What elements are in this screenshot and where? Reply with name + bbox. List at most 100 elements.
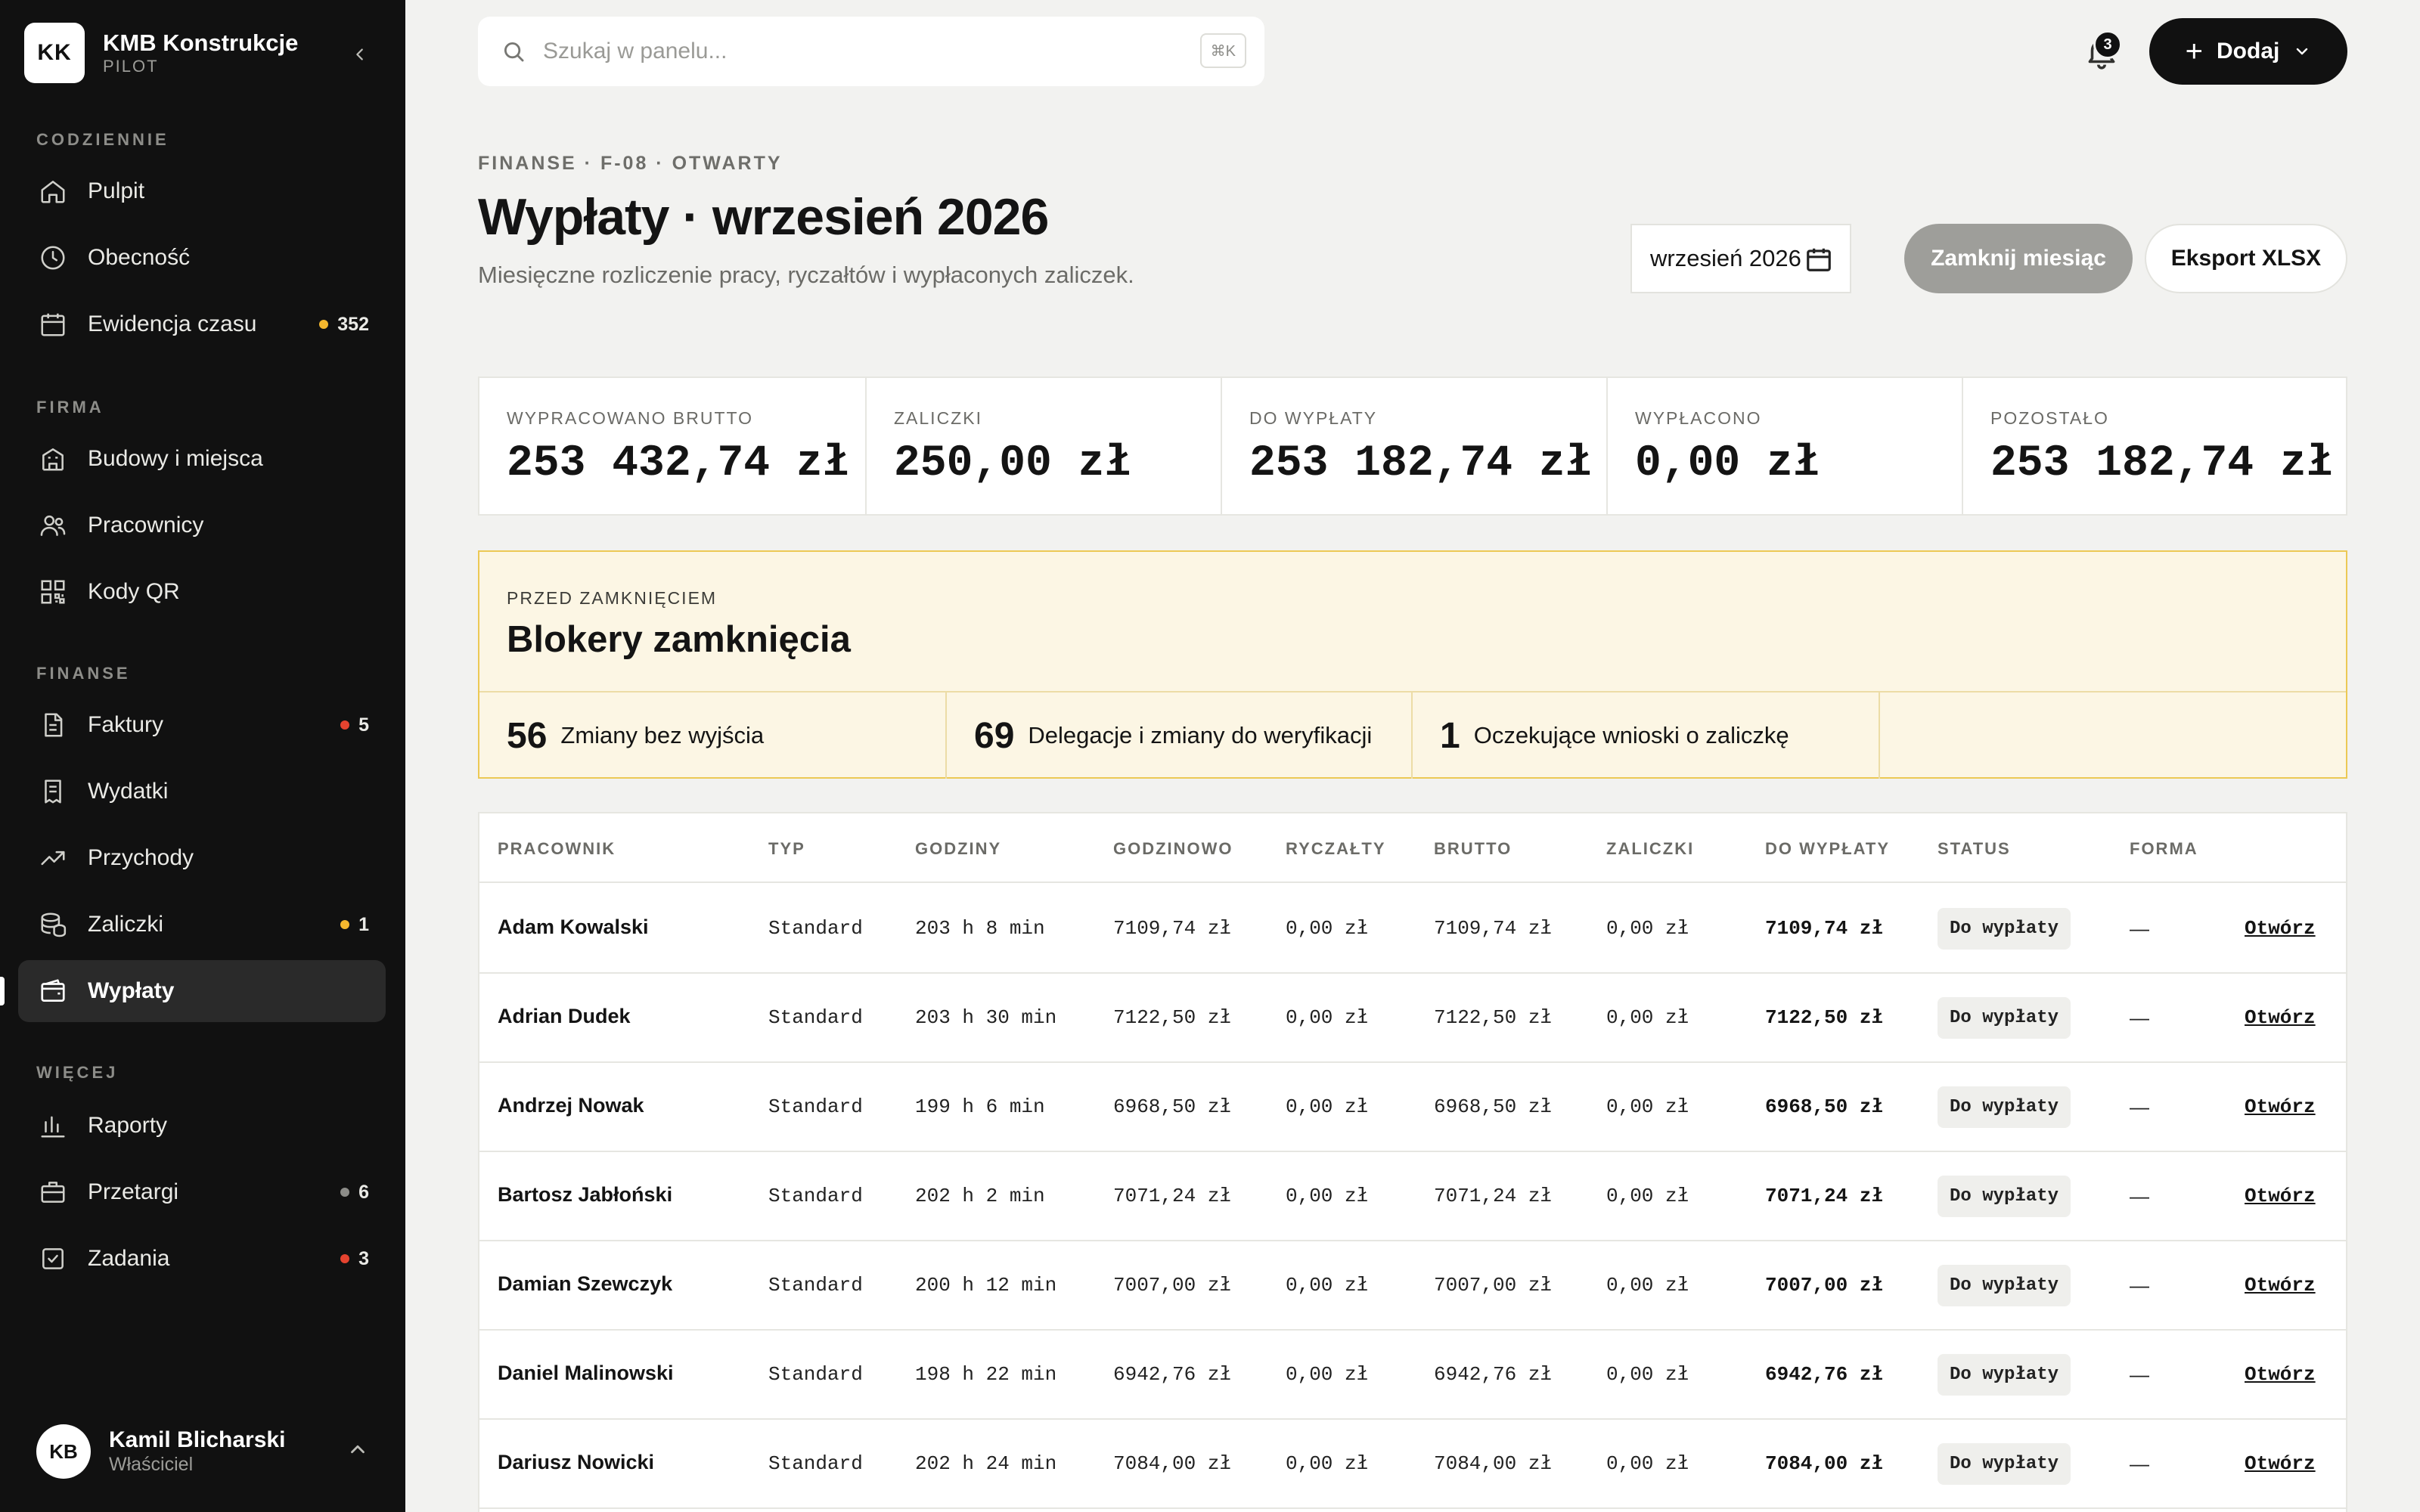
cell-hours: 199 h 6 min xyxy=(915,1095,1045,1118)
open-row-link[interactable]: Otwórz xyxy=(2245,1420,2316,1507)
calendar-icon[interactable] xyxy=(1804,245,1833,274)
table-row[interactable]: Bartosz Jabłoński Standard 202 h 2 min 7071… xyxy=(479,1152,2346,1241)
table-row[interactable]: Damian Szewczyk Standard 200 h 12 min 7007,… xyxy=(479,1241,2346,1331)
breadcrumb: FINANSE · F-08 · OTWARTY xyxy=(478,153,783,174)
building-icon xyxy=(38,444,68,474)
sidebar-item-zaliczki[interactable]: Zaliczki 1 xyxy=(18,894,386,956)
sidebar-item-wyplaty[interactable]: Wypłaty xyxy=(0,960,386,1022)
sidebar-item-ewidencja-czasu[interactable]: Ewidencja czasu 352 xyxy=(18,293,386,355)
export-xlsx-button[interactable]: Eksport XLSX xyxy=(2145,224,2347,293)
cell-payout: 7084,00 zł xyxy=(1765,1452,1884,1475)
blocker-item[interactable]: 69 Delegacje i zmiany do weryfikacji xyxy=(945,692,1411,779)
status-cell: Do wypłaty xyxy=(1938,1152,2071,1240)
cell-type: Standard xyxy=(768,1006,863,1029)
blocker-item[interactable]: 56 Zmiany bez wyjścia xyxy=(479,692,945,779)
open-row-link[interactable]: Otwórz xyxy=(2245,1331,2316,1418)
stat-card: WYPŁACONO 0,00 zł xyxy=(1606,378,1962,514)
sidebar-item-kody-qr[interactable]: Kody QR xyxy=(18,561,386,623)
user-menu[interactable]: KB Kamil Blicharski Właściciel xyxy=(36,1424,377,1479)
column-header[interactable]: GODZINOWO xyxy=(1113,839,1233,859)
sidebar-item-faktury[interactable]: Faktury 5 xyxy=(18,694,386,756)
sidebar-item-label: Ewidencja czasu xyxy=(88,311,257,336)
month-picker[interactable]: wrzesień 2026 xyxy=(1630,224,1851,293)
page-title: Wypłaty · wrzesień 2026 xyxy=(478,188,1049,246)
notification-badge: 3 xyxy=(2093,30,2122,59)
status-badge: Do wypłaty xyxy=(1938,996,2071,1039)
table-row[interactable]: Adrian Dudek Standard 203 h 30 min 7122,50 … xyxy=(479,974,2346,1063)
blocker-count: 69 xyxy=(974,715,1015,756)
plus-icon: + xyxy=(2185,35,2203,68)
cell-type: Standard xyxy=(768,1185,863,1207)
open-row-link[interactable]: Otwórz xyxy=(2245,1241,2316,1329)
open-row-link[interactable]: Otwórz xyxy=(2245,885,2316,972)
status-cell: Do wypłaty xyxy=(1938,1241,2071,1329)
user-name: Kamil Blicharski xyxy=(109,1427,286,1452)
stat-value: 250,00 zł xyxy=(894,439,1131,488)
sidebar-item-budowy[interactable]: Budowy i miejsca xyxy=(18,428,386,490)
cell-hours: 202 h 24 min xyxy=(915,1452,1057,1475)
sidebar-item-raporty[interactable]: Raporty xyxy=(18,1095,386,1157)
stat-label: ZALICZKI xyxy=(894,408,982,428)
checkbox-icon xyxy=(38,1244,68,1274)
cell-hourly: 7109,74 zł xyxy=(1113,917,1232,940)
column-header[interactable]: BRUTTO xyxy=(1434,839,1512,859)
count-badge: 5 xyxy=(340,714,369,736)
column-header[interactable]: GODZINY xyxy=(915,839,1001,859)
table-row[interactable]: Daniel Malinowski Standard 198 h 22 min 694… xyxy=(479,1331,2346,1420)
cell-lump-sum: 0,00 zł xyxy=(1286,1452,1369,1475)
sidebar-item-obecnosc[interactable]: Obecność xyxy=(18,227,386,289)
status-cell: Do wypłaty xyxy=(1938,885,2071,972)
employee-name: Andrzej Nowak xyxy=(498,1093,644,1117)
sidebar-item-label: Pulpit xyxy=(88,178,145,203)
cell-advances: 0,00 zł xyxy=(1606,1363,1689,1386)
open-row-link[interactable]: Otwórz xyxy=(2245,1063,2316,1151)
cell-hourly: 7071,24 zł xyxy=(1113,1185,1232,1207)
column-header[interactable]: DO WYPŁATY xyxy=(1765,839,1890,859)
table-row[interactable]: Dariusz Nowicki Standard 202 h 24 min 7084,… xyxy=(479,1420,2346,1509)
sidebar-item-przychody[interactable]: Przychody xyxy=(18,827,386,889)
cell-hours: 203 h 30 min xyxy=(915,1006,1057,1029)
stat-card: POZOSTAŁO 253 182,74 zł xyxy=(1962,378,2346,514)
users-icon xyxy=(38,510,68,541)
column-header[interactable]: PRACOWNIK xyxy=(498,839,616,859)
stat-card: DO WYPŁATY 253 182,74 zł xyxy=(1221,378,1606,514)
open-row-link[interactable]: Otwórz xyxy=(2245,974,2316,1061)
cell-gross: 7109,74 zł xyxy=(1434,917,1553,940)
cell-lump-sum: 0,00 zł xyxy=(1286,1006,1369,1029)
column-header[interactable]: TYP xyxy=(768,839,805,859)
stat-card: WYPRACOWANO BRUTTO 253 432,74 zł xyxy=(479,378,865,514)
collapse-sidebar-button[interactable] xyxy=(345,39,375,70)
employee-name: Bartosz Jabłoński xyxy=(498,1182,673,1206)
payroll-table: PRACOWNIK TYP GODZINY GODZINOWO RYCZAŁTY… xyxy=(478,812,2347,1512)
cell-form: — xyxy=(2130,1005,2149,1029)
table-row[interactable]: Andrzej Nowak Standard 199 h 6 min 6968,50 … xyxy=(479,1063,2346,1152)
sidebar-item-zadania[interactable]: Zadania 3 xyxy=(18,1228,386,1290)
search-input[interactable] xyxy=(543,39,1148,64)
status-badge: Do wypłaty xyxy=(1938,1264,2071,1306)
open-row-link[interactable]: Otwórz xyxy=(2245,1152,2316,1240)
search-bar[interactable]: ⌘K xyxy=(478,17,1264,86)
column-header[interactable]: ZALICZKI xyxy=(1606,839,1694,859)
wallet-icon xyxy=(38,976,68,1006)
brand[interactable]: KK KMB Konstrukcje PILOT xyxy=(24,23,298,83)
blocker-empty-cell xyxy=(1879,692,2346,779)
stat-value: 253 182,74 zł xyxy=(1249,439,1592,488)
sidebar-item-pulpit[interactable]: Pulpit xyxy=(18,160,386,222)
table-row[interactable]: Adam Kowalski Standard 203 h 8 min 7109,74 … xyxy=(479,885,2346,974)
column-header[interactable]: RYCZAŁTY xyxy=(1286,839,1386,859)
sidebar-item-pracownicy[interactable]: Pracownicy xyxy=(18,494,386,556)
cell-advances: 0,00 zł xyxy=(1606,1006,1689,1029)
blocker-label: Oczekujące wnioski o zaliczkę xyxy=(1473,722,1789,748)
brand-name: KMB Konstrukcje xyxy=(103,29,299,56)
column-header[interactable]: FORMA xyxy=(2130,839,2198,859)
blockers-kicker: PRZED ZAMKNIĘCIEM xyxy=(507,588,718,608)
blocker-item[interactable]: 1 Oczekujące wnioski o zaliczkę xyxy=(1411,692,1879,779)
status-cell: Do wypłaty xyxy=(1938,1420,2071,1507)
count-badge: 3 xyxy=(340,1248,369,1270)
cell-hours: 200 h 12 min xyxy=(915,1274,1057,1297)
close-month-button[interactable]: Zamknij miesiąc xyxy=(1904,224,2133,293)
column-header[interactable]: STATUS xyxy=(1938,839,2011,859)
sidebar-item-wydatki[interactable]: Wydatki xyxy=(18,761,386,823)
add-button[interactable]: + Dodaj xyxy=(2149,18,2347,85)
sidebar-item-przetargi[interactable]: Przetargi 6 xyxy=(18,1161,386,1223)
